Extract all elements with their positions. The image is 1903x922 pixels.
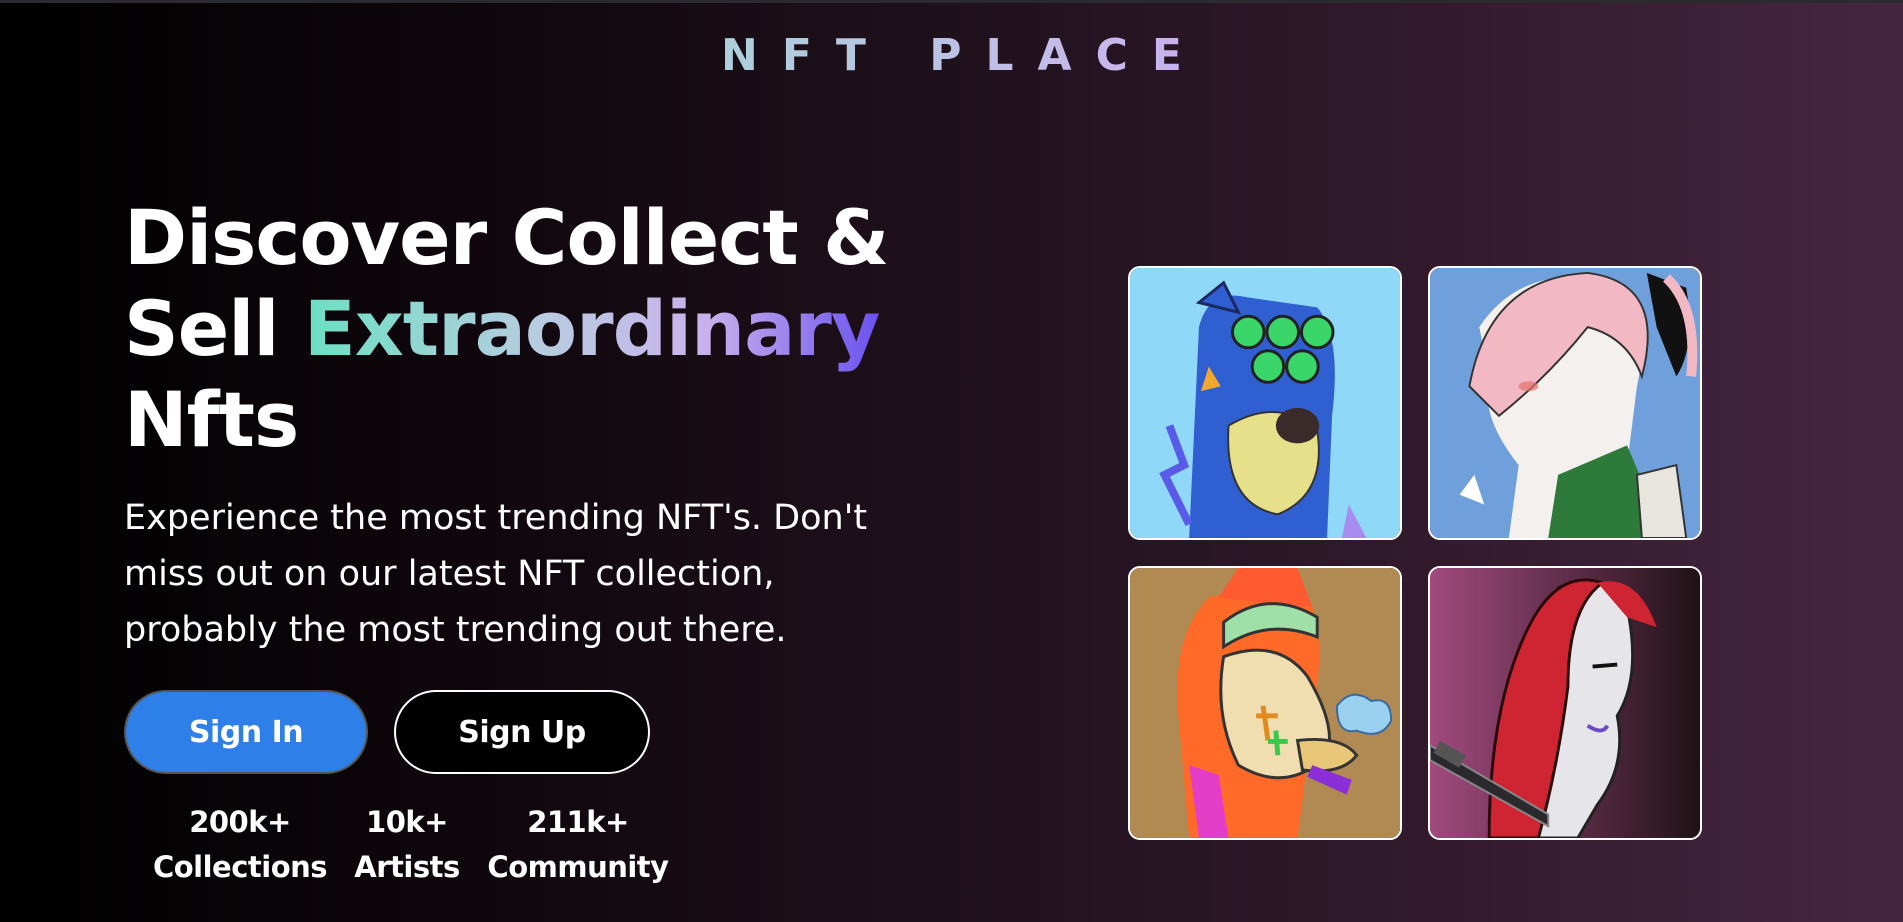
stat-community: 211k+ Community bbox=[476, 800, 680, 890]
headline-line3: Nfts bbox=[124, 375, 299, 464]
orange-ape-nft-image bbox=[1130, 568, 1400, 838]
stat-artists: 10k+ Artists bbox=[342, 800, 472, 890]
blue-bear-nft-image bbox=[1130, 268, 1400, 538]
nft-tile-red-hair-samurai[interactable] bbox=[1428, 566, 1702, 840]
top-border bbox=[0, 0, 1903, 3]
stat-label: Collections bbox=[152, 850, 328, 884]
headline-line1: Discover Collect & bbox=[124, 193, 889, 282]
headline-highlight: Extraordinary bbox=[303, 284, 881, 373]
stat-label: Artists bbox=[354, 850, 460, 884]
pink-hair-anime-nft-image bbox=[1430, 268, 1700, 538]
stat-value: 200k+ bbox=[189, 805, 291, 839]
brand-logo[interactable]: NFT PLACE bbox=[0, 28, 1903, 84]
nft-tile-orange-ape[interactable] bbox=[1128, 566, 1402, 840]
hero-description: Experience the most trending NFT's. Don'… bbox=[124, 498, 868, 650]
nft-tile-pink-hair-anime[interactable] bbox=[1428, 266, 1702, 540]
headline-sell: Sell bbox=[124, 284, 304, 373]
stat-value: 10k+ bbox=[366, 805, 448, 839]
red-hair-samurai-nft-image bbox=[1430, 568, 1700, 838]
nft-tile-blue-bear[interactable] bbox=[1128, 266, 1402, 540]
stat-label: Community bbox=[487, 850, 669, 884]
sign-up-button[interactable]: Sign Up bbox=[394, 690, 650, 774]
hero-headline: Discover Collect & Sell Extraordinary Nf… bbox=[124, 192, 944, 465]
stat-value: 211k+ bbox=[527, 805, 629, 839]
stat-collections: 200k+ Collections bbox=[140, 800, 340, 890]
sign-in-button[interactable]: Sign In bbox=[124, 690, 368, 774]
